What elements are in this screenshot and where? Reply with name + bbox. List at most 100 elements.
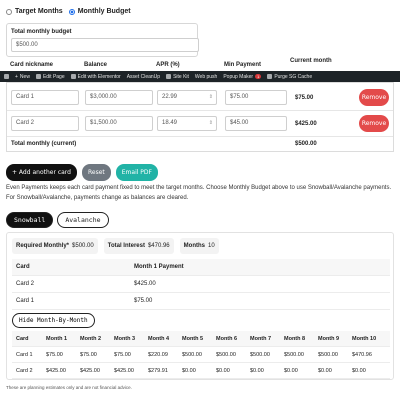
wp-logo-icon[interactable] [4, 74, 9, 79]
adminbar-site-kit[interactable]: Site Kit [166, 74, 189, 80]
wp-admin-bar: + New Edit Page Edit with Elementor Asset… [0, 71, 400, 82]
stat-months: Months 10 [179, 238, 219, 254]
month-cell-card: Card 2 [16, 368, 33, 374]
card-apr-value: 22.99 [162, 94, 178, 100]
month-header-card: Card [16, 336, 29, 342]
month-cell: $500.00 [216, 352, 236, 358]
month-cell: $75.00 [46, 352, 63, 358]
card-balance-input[interactable]: $3,000.00 [85, 90, 153, 105]
remove-card-button[interactable]: Remove [359, 115, 389, 132]
header-balance: Balance [84, 62, 108, 68]
month-header: Month 6 [216, 336, 238, 342]
month-cell: $0.00 [284, 368, 298, 374]
month-table-header: Card Month 1 Month 2 Month 3 Month 4 Mon… [12, 331, 390, 347]
card-row: Card 1 $3,000.00 22.99 ⇕ $75.00 $75.00 R… [7, 85, 393, 111]
header-current-month: Current month [290, 58, 332, 64]
stat-interest-value: $470.96 [147, 243, 170, 249]
payment-header-month1: Month 1 Payment [134, 264, 184, 270]
card-name-input[interactable]: Card 1 [11, 90, 79, 105]
popup-badge: 1 [255, 74, 262, 79]
elementor-icon [70, 74, 76, 79]
total-value: $500.00 [295, 141, 317, 147]
strategy-tabs: Snowball Avalanche [6, 212, 109, 228]
budget-label: Total monthly budget [11, 29, 72, 35]
payment-cell-amount: $425.00 [134, 281, 156, 287]
tab-avalanche[interactable]: Avalanche [57, 212, 109, 228]
sg-icon [267, 74, 273, 79]
month-header: Month 9 [318, 336, 340, 342]
adminbar-popup-maker[interactable]: Popup Maker 1 [223, 74, 262, 80]
card-name-input[interactable]: Card 2 [11, 116, 79, 131]
card-apr-input[interactable]: 18.49 ⇕ [157, 116, 217, 131]
stat-months-label: Months [183, 243, 205, 249]
card-balance-input[interactable]: $1,500.00 [85, 116, 153, 131]
month-cell: $0.00 [182, 368, 196, 374]
summary-card: Required Monthly* $500.00 Total Interest… [6, 232, 394, 380]
card-min-payment-input[interactable]: $45.00 [225, 116, 287, 131]
payment-header-card: Card [16, 264, 30, 270]
adminbar-elementor[interactable]: Edit with Elementor [70, 74, 121, 80]
month-header: Month 4 [148, 336, 170, 342]
month-by-month-table: Card Month 1 Month 2 Month 3 Month 4 Mon… [12, 331, 390, 379]
explanation-text: Even Payments keeps each card payment fi… [6, 185, 392, 201]
month-header: Month 8 [284, 336, 306, 342]
month-header: Month 5 [182, 336, 204, 342]
adminbar-purge-cache[interactable]: Purge SG Cache [267, 74, 312, 80]
total-row: Total monthly (current) $500.00 [7, 137, 393, 151]
email-pdf-button[interactable]: Email PDF [115, 164, 158, 181]
table-row: Card 2 $425.00 $425.00 $425.00 $279.91 $… [12, 363, 390, 379]
adminbar-asset-cleanup[interactable]: Asset CleanUp [127, 74, 160, 80]
month-cell: $75.00 [114, 352, 131, 358]
radio-monthly-budget[interactable] [68, 8, 75, 15]
stat-months-value: 10 [207, 243, 215, 249]
month-cell-card: Card 1 [16, 352, 33, 358]
adminbar-new[interactable]: + New [15, 74, 30, 80]
mode-option-target-months[interactable]: Target Months [6, 8, 63, 15]
budget-input[interactable]: $500.00 [11, 38, 199, 52]
stat-required-label: Required Monthly* [16, 243, 70, 249]
remove-card-button[interactable]: Remove [359, 89, 389, 106]
payment-cell-card: Card 1 [16, 298, 35, 304]
month-header: Month 10 [352, 336, 377, 342]
stat-total-interest: Total Interest $470.96 [103, 238, 174, 254]
month-cell: $500.00 [318, 352, 338, 358]
mode-label-monthly-budget: Monthly Budget [77, 8, 131, 15]
stepper-icon[interactable]: ⇕ [209, 120, 213, 126]
month-header: Month 1 [46, 336, 68, 342]
month-header: Month 2 [80, 336, 102, 342]
payment-table: Card Month 1 Payment Card 2 $425.00 Card… [12, 259, 390, 310]
action-buttons: + Add another card Reset Email PDF [6, 164, 158, 181]
month-cell: $425.00 [46, 368, 66, 374]
adminbar-web-push[interactable]: Web push [195, 74, 217, 80]
header-apr: APR (%) [156, 62, 180, 68]
stat-interest-label: Total Interest [107, 243, 145, 249]
budget-card: Total monthly budget $500.00 [6, 23, 199, 57]
disclaimer-text: These are planning estimates only and ar… [6, 385, 132, 390]
card-row: Card 2 $1,500.00 18.49 ⇕ $45.00 $425.00 … [7, 111, 393, 137]
sitekit-icon [166, 74, 172, 79]
tab-snowball[interactable]: Snowball [6, 212, 54, 228]
radio-target-months[interactable] [6, 8, 12, 15]
month-cell: $0.00 [216, 368, 230, 374]
payment-cell-amount: $75.00 [134, 298, 153, 304]
reset-button[interactable]: Reset [81, 164, 111, 181]
summary-stats: Required Monthly* $500.00 Total Interest… [12, 238, 219, 254]
card-apr-input[interactable]: 22.99 ⇕ [157, 90, 217, 105]
stat-required-monthly: Required Monthly* $500.00 [12, 238, 98, 254]
month-header: Month 7 [250, 336, 272, 342]
month-cell: $0.00 [250, 368, 264, 374]
month-cell: $0.00 [352, 368, 366, 374]
total-label: Total monthly (current) [11, 141, 77, 147]
month-cell: $500.00 [250, 352, 270, 358]
month-cell: $425.00 [80, 368, 100, 374]
adminbar-edit-page[interactable]: Edit Page [35, 74, 65, 80]
table-row: Card 1 $75.00 [12, 293, 390, 310]
stepper-icon[interactable]: ⇕ [209, 94, 213, 100]
mode-option-monthly-budget[interactable]: Monthly Budget [68, 8, 131, 15]
hide-month-by-month-button[interactable]: Hide Month-By-Month [12, 313, 95, 328]
card-current-payment: $75.00 [295, 95, 314, 101]
card-min-payment-input[interactable]: $75.00 [225, 90, 287, 105]
add-card-button[interactable]: + Add another card [6, 164, 77, 181]
card-current-payment: $425.00 [295, 121, 317, 127]
month-cell: $279.91 [148, 368, 168, 374]
